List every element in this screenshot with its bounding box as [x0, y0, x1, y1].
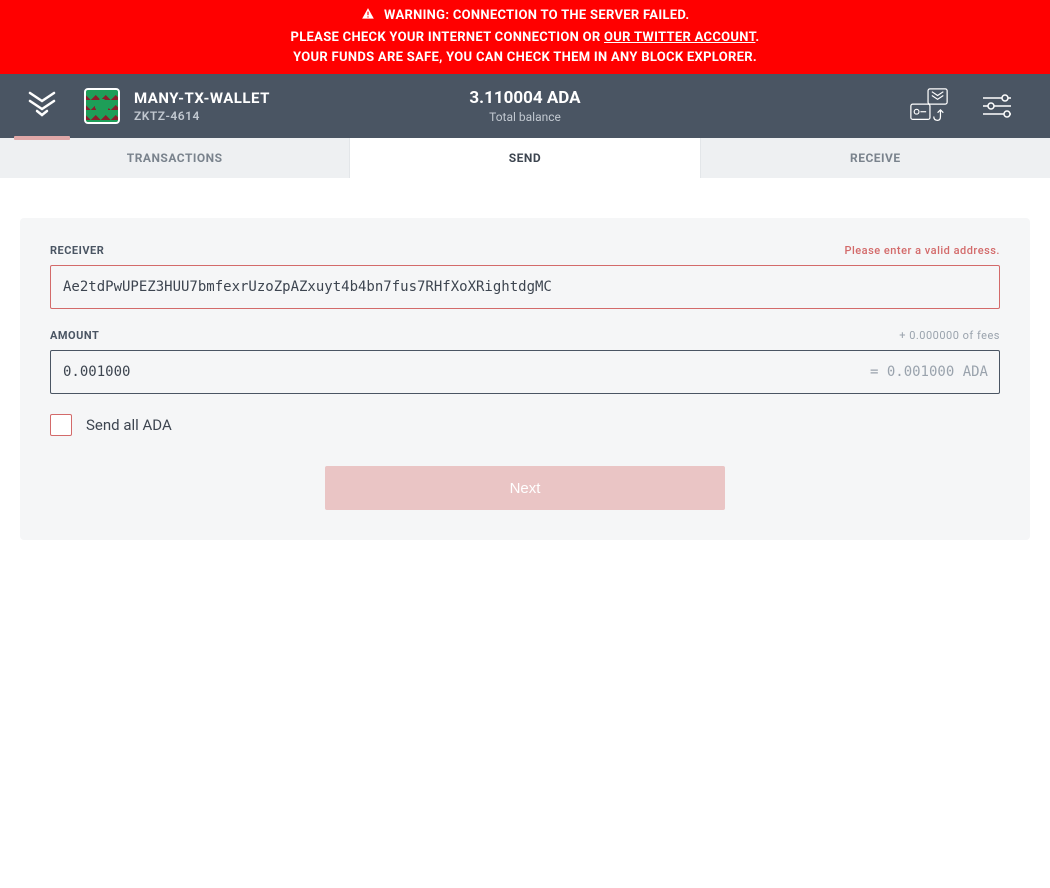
wallet-avatar-icon: [84, 88, 120, 124]
amount-fees: + 0.000000 of fees: [899, 329, 1000, 342]
send-all-label: Send all ADA: [86, 416, 172, 434]
wallet-id: ZKTZ-4614: [134, 109, 270, 123]
tab-receive[interactable]: RECEIVE: [701, 138, 1050, 178]
send-form-card: RECEIVER Please enter a valid address. A…: [20, 218, 1030, 540]
amount-label: AMOUNT: [50, 329, 99, 342]
balance-amount: 3.110004 ADA: [469, 88, 580, 108]
banner-line2-prefix: PLEASE CHECK YOUR INTERNET CONNECTION OR: [291, 30, 605, 45]
amount-input[interactable]: [50, 350, 1000, 394]
next-button[interactable]: Next: [325, 466, 725, 510]
tab-send[interactable]: SEND: [350, 138, 700, 178]
warning-icon: [361, 7, 375, 28]
app-header: MANY-TX-WALLET ZKTZ-4614 3.110004 ADA To…: [0, 74, 1050, 138]
balance-label: Total balance: [469, 110, 580, 124]
banner-line2-suffix: .: [755, 30, 759, 45]
send-all-checkbox[interactable]: [50, 414, 72, 436]
tab-transactions[interactable]: TRANSACTIONS: [0, 138, 350, 178]
app-logo[interactable]: [0, 74, 84, 138]
twitter-link[interactable]: OUR TWITTER ACCOUNT: [604, 30, 755, 45]
settings-icon[interactable]: [976, 85, 1018, 127]
banner-line3: YOUR FUNDS ARE SAFE, YOU CAN CHECK THEM …: [10, 48, 1040, 68]
wallets-icon[interactable]: [908, 85, 950, 127]
main-tabs: TRANSACTIONS SEND RECEIVE: [0, 138, 1050, 178]
receiver-input[interactable]: [50, 265, 1000, 309]
connection-warning-banner: WARNING: CONNECTION TO THE SERVER FAILED…: [0, 0, 1050, 74]
receiver-error: Please enter a valid address.: [844, 244, 1000, 257]
banner-line1: WARNING: CONNECTION TO THE SERVER FAILED…: [384, 8, 689, 23]
balance-display: 3.110004 ADA Total balance: [469, 88, 580, 124]
wallet-name: MANY-TX-WALLET: [134, 89, 270, 107]
wallet-selector[interactable]: MANY-TX-WALLET ZKTZ-4614: [84, 88, 270, 124]
receiver-label: RECEIVER: [50, 244, 104, 257]
